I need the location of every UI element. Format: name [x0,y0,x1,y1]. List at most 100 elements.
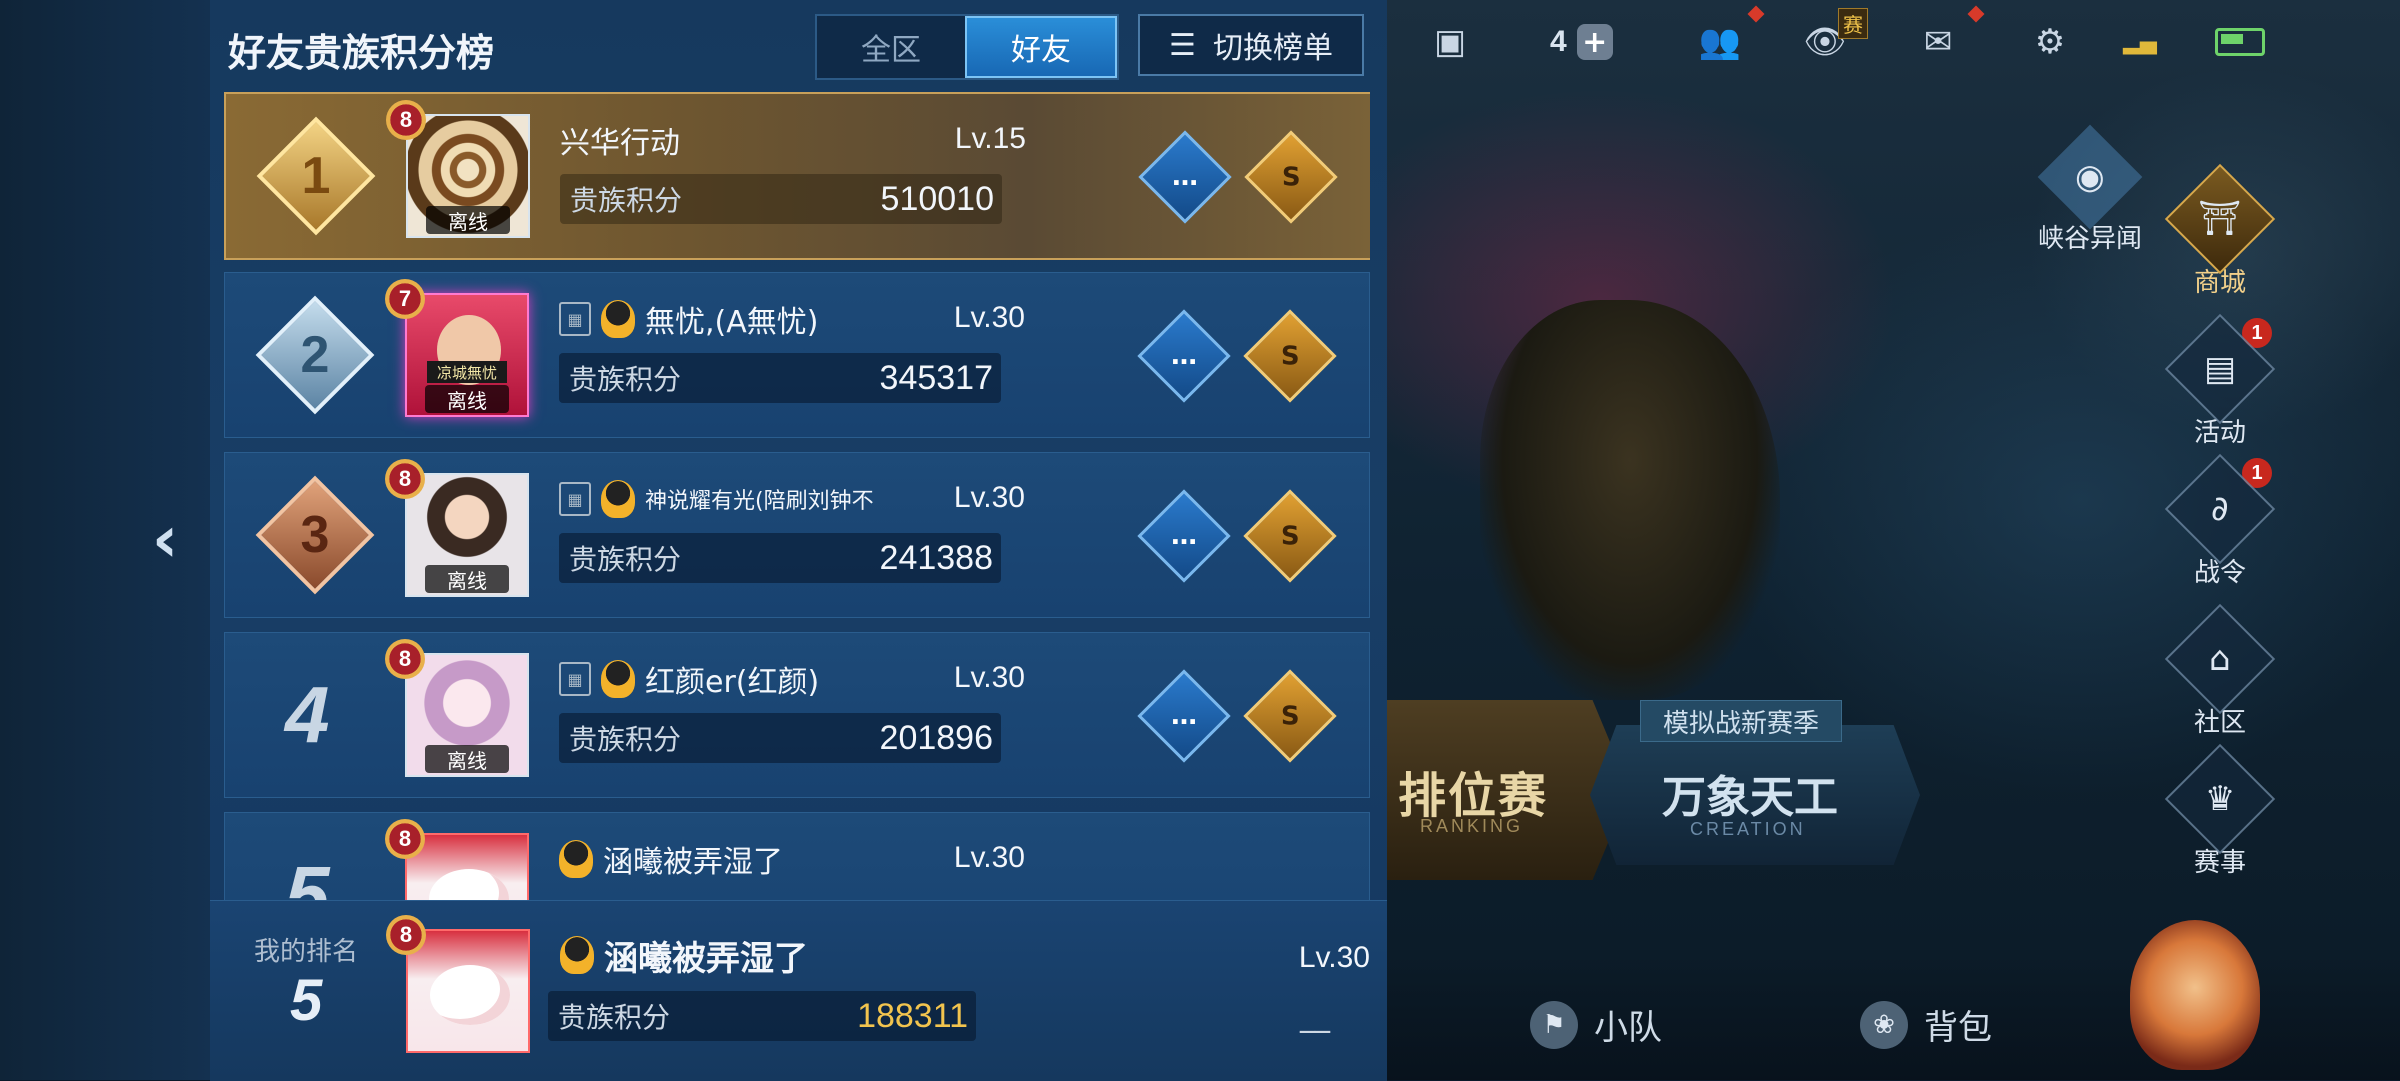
rank-number: 1 [301,147,331,205]
player-level: Lv.15 [954,122,1026,155]
leaderboard-list[interactable]: 1 8 离线 兴华行动 Lv.15 贵族积分 510010 … S 2 7 凉城… [224,92,1370,900]
back-arrow-icon[interactable]: ‹ [140,503,190,577]
hero-artwork [1480,300,1780,700]
chat-button[interactable]: … [1137,309,1231,403]
tab-all-server[interactable]: 全区 [817,16,965,78]
avatar[interactable]: 8 离线 [385,459,529,597]
my-avatar[interactable]: 8 [386,915,530,1053]
map-icon: ◉ [2037,124,2143,230]
chat-bubble-icon: … [1172,162,1198,192]
gift-s-icon: S [1280,700,1300,731]
avatar[interactable]: 7 凉城無忧 离线 [385,279,529,417]
avatar[interactable]: 8 离线 [385,639,529,777]
side-item-shop[interactable]: ⛩ 商城 [2140,163,2300,299]
rank-badge-silver: 2 [255,295,375,415]
my-player-level: Lv.30 [1298,941,1370,974]
switch-board-button[interactable]: ☰ 切换榜单 [1138,14,1364,76]
gift-s-icon: S [1281,161,1301,192]
score-box: 贵族积分 201896 [559,713,1001,763]
side-item-events[interactable]: 1 ▤ 活动 [2140,313,2300,449]
mail-dot [1967,5,1985,23]
chat-button[interactable]: … [1137,669,1231,763]
table-row[interactable]: 4 8 离线 ▦ 红颜er(红颜) Lv.30 贵族积分 201896 … S [224,632,1370,798]
bag-icon: ❀ [1860,1000,1908,1049]
score-label: 贵族积分 [569,363,682,396]
event-badge: 赛 [1838,8,1868,39]
list-icon: ☰ [1169,27,1196,63]
scope-tabs: 全区 好友 [815,14,1119,80]
table-row[interactable]: 5 8 涵曦被弄湿了 Lv.30 [224,812,1370,900]
side-item-pass[interactable]: 1 ∂ 战令 [2140,453,2300,589]
player-name: 涵曦被弄湿了 [603,845,783,880]
score-label: 贵族积分 [569,543,682,576]
chat-button[interactable]: … [1138,130,1232,224]
side-item-tournament[interactable]: ♛ 赛事 [2140,743,2300,879]
leaderboard-panel: 好友贵族积分榜 全区 好友 ☰ 切换榜单 1 8 离线 兴华行动 Lv.15 贵… [210,0,1387,1081]
gift-s-icon: S [1280,340,1300,371]
pavilion-icon: ⌂ [2164,603,2276,715]
gear-icon[interactable]: ⚙ [2020,14,2080,70]
rank-number: 3 [300,506,330,564]
shop-icon: ⛩ [2164,163,2276,275]
friend-add-button[interactable]: 4 + [1550,14,1613,70]
rank-number: 5 [285,850,330,900]
my-score-value: 188311 [857,996,968,1035]
my-player-name: 涵曦被弄湿了 [604,938,808,979]
qq-penguin-icon [559,840,593,878]
qq-penguin-icon [601,300,635,338]
status-badge: 离线 [425,385,509,413]
score-value: 201896 [879,718,993,757]
score-box: 贵族积分 510010 [560,174,1002,224]
card-icon[interactable]: ▣ [1420,14,1480,70]
rank-trend: __ [1300,999,1330,1034]
spectate-icon[interactable]: 👁 赛 [1790,8,1868,70]
pet-fox-avatar[interactable] [2130,920,2260,1070]
gift-button[interactable]: S [1243,669,1337,763]
signal-icon: ▂▄ [2123,29,2157,55]
noble-level-badge: 8 [386,100,426,140]
trophy-icon: ♛ [2164,743,2276,855]
creation-mode-button[interactable]: 万象天工 CREATION [1590,725,1920,865]
avatar[interactable]: 8 离线 [386,100,530,238]
player-level: Lv.30 [953,841,1025,874]
ranking-mode-sub: RANKING [1420,816,1524,836]
table-row[interactable]: 2 7 凉城無忧 离线 ▦ 無忧,(A無忧) Lv.30 贵族积分 345317… [224,272,1370,438]
rank-number: 2 [300,326,330,384]
team-label: 小队 [1594,1008,1662,1048]
frame-icon: ▦ [559,482,591,516]
chat-button[interactable]: … [1137,489,1231,583]
side-item-community[interactable]: ⌂ 社区 [2140,603,2300,739]
my-rank-bar: 我的排名 5 8 涵曦被弄湿了 Lv.30 贵族积分 188311 __ [210,900,1387,1081]
mail-icon[interactable]: ✉ [1908,14,1968,70]
noble-level-badge: 8 [385,819,425,859]
frame-icon: ▦ [559,662,591,696]
creation-mode-label: 万象天工 [1662,772,1838,823]
game-topbar: ▣ 4 + 👥 👁 赛 ✉ ⚙ ▂▄ [1380,0,2400,88]
rank-badge-gold: 1 [256,116,376,236]
team-button[interactable]: ⚑ 小队 [1530,1000,1662,1049]
flag-icon: ⚑ [1530,1000,1578,1049]
avatar-image [406,929,530,1053]
friend-count: 4 [1550,25,1567,58]
avatar[interactable]: 8 [385,819,529,900]
gift-button[interactable]: S [1243,489,1337,583]
gift-button[interactable]: S [1243,309,1337,403]
score-box: 贵族积分 241388 [559,533,1001,583]
notification-dot [1747,5,1765,23]
score-label: 贵族积分 [569,723,682,756]
friends-icon[interactable]: 👥 [1690,14,1750,70]
score-value: 345317 [879,358,993,397]
gift-button[interactable]: S [1244,130,1338,224]
chat-bubble-icon: … [1171,521,1197,551]
table-row[interactable]: 3 8 离线 ▦ 神说耀有光(陪刷刘钟不 Lv.30 贵族积分 241388 …… [224,452,1370,618]
table-row[interactable]: 1 8 离线 兴华行动 Lv.15 贵族积分 510010 … S [224,92,1370,260]
bag-button[interactable]: ❀ 背包 [1860,1000,1992,1049]
player-level: Lv.30 [953,301,1025,334]
tab-friends[interactable]: 好友 [965,16,1117,78]
left-margin: ‹ [0,0,210,1080]
my-rank-label: 我的排名 [254,937,359,967]
chat-bubble-icon: … [1171,701,1197,731]
score-label: 贵族积分 [570,184,683,217]
player-name: 無忧,(A無忧) [645,305,819,340]
noble-level-badge: 8 [385,639,425,679]
